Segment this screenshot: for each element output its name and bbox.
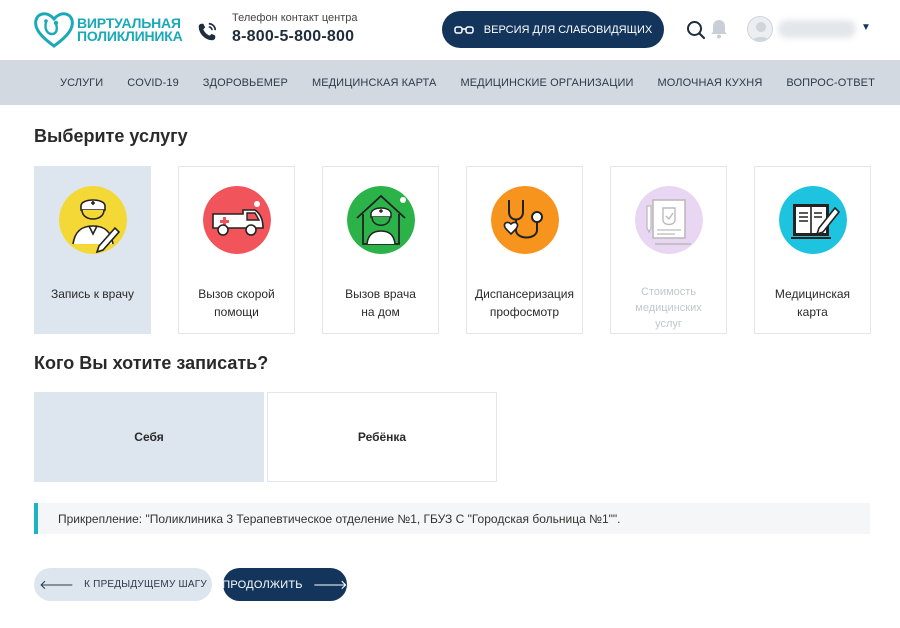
service-card-medical-record[interactable]: Медицинская карта [754, 166, 871, 334]
phone-caption: Телефон контакт центра [232, 12, 358, 24]
attachment-note: Прикрепление: "Поликлиника 3 Терапевтиче… [34, 503, 870, 534]
bell-icon[interactable] [710, 19, 728, 39]
nav-item-services[interactable]: УСЛУГИ [60, 77, 103, 89]
card-label-line1: Вызов скорой [198, 287, 275, 301]
card-label-line1: Вызов врача [345, 287, 416, 301]
header: ВИРТУАЛЬНАЯ ПОЛИКЛИНИКА Телефон контакт … [0, 0, 900, 60]
logo-heart-icon [34, 12, 74, 48]
doctor-writing-icon [59, 186, 127, 254]
option-child[interactable]: Ребёнка [267, 392, 497, 482]
nav-item-faq[interactable]: ВОПРОС-ОТВЕТ [786, 77, 875, 89]
continue-label: ПРОДОЛЖИТЬ [222, 578, 303, 591]
nav-item-covid[interactable]: COVID-19 [127, 77, 179, 89]
ambulance-icon [203, 186, 271, 254]
service-card-home-doctor[interactable]: Вызов врача на дом [322, 166, 439, 334]
phone-number[interactable]: 8-800-5-800-800 [232, 28, 358, 46]
attachment-text: Прикрепление: "Поликлиника 3 Терапевтиче… [58, 511, 621, 526]
logo-line2: ПОЛИКЛИНИКА [77, 28, 183, 44]
low-vision-label: ВЕРСИЯ ДЛЯ СЛАБОВИДЯЩИХ [483, 23, 653, 36]
option-child-label: Ребёнка [357, 430, 407, 444]
option-self-label: Себя [134, 430, 164, 444]
arrow-left-icon: 🡐 [39, 576, 75, 592]
card-label-line2: карта [797, 305, 828, 319]
service-section-title: Выберите услугу [34, 126, 188, 146]
option-self[interactable]: Себя [34, 392, 264, 482]
card-label-line1: Диспансеризация [475, 287, 574, 301]
home-doctor-icon [347, 186, 415, 254]
card-label-line2: профосмотр [489, 305, 560, 319]
card-label-line2: помощи [214, 305, 259, 319]
username-blurred [778, 20, 856, 38]
search-icon[interactable] [686, 20, 706, 40]
chevron-down-icon[interactable]: ▼ [861, 22, 871, 33]
glasses-icon [454, 25, 474, 34]
stethoscope-icon [491, 186, 559, 254]
card-label-line2: медицинских [635, 302, 702, 314]
card-label-line2: на дом [361, 305, 400, 319]
nav-item-medical-card[interactable]: МЕДИЦИНСКАЯ КАРТА [312, 77, 437, 89]
main-nav: УСЛУГИ COVID-19 ЗДОРОВЬЕМЕР МЕДИЦИНСКАЯ … [0, 60, 900, 105]
avatar[interactable] [747, 16, 773, 42]
card-label-line1: Запись к врачу [50, 287, 134, 301]
card-label-line1: Стоимость [640, 286, 697, 298]
previous-step-button[interactable]: 🡐 К ПРЕДЫДУЩЕМУ ШАГУ [34, 568, 212, 601]
service-card-price[interactable]: Стоимость медицинских услуг [610, 166, 727, 334]
medical-book-icon [779, 186, 847, 254]
nav-item-milk-kitchen[interactable]: МОЛОЧНАЯ КУХНЯ [657, 77, 762, 89]
price-document-icon [635, 186, 703, 254]
card-label-line1: Медицинская [774, 287, 851, 301]
previous-step-label: К ПРЕДЫДУЩЕМУ ШАГУ [84, 579, 207, 590]
whom-section-title: Кого Вы хотите записать? [34, 353, 269, 373]
contact-phone: Телефон контакт центра 8-800-5-800-800 [196, 12, 358, 46]
arrow-right-icon: 🡒 [312, 576, 348, 592]
user-silhouette-icon [751, 22, 771, 41]
nav-item-medical-orgs[interactable]: МЕДИЦИНСКИЕ ОРГАНИЗАЦИИ [460, 77, 633, 89]
low-vision-button[interactable]: ВЕРСИЯ ДЛЯ СЛАБОВИДЯЩИХ [442, 11, 664, 48]
service-card-dispensary[interactable]: Диспансеризация профосмотр [466, 166, 583, 334]
nav-item-health-meter[interactable]: ЗДОРОВЬЕМЕР [203, 77, 288, 89]
continue-button[interactable]: ПРОДОЛЖИТЬ 🡒 [222, 568, 348, 601]
card-label-line3: услуг [655, 318, 682, 330]
phone-icon [198, 22, 217, 41]
service-card-doctor-appointment[interactable]: Запись к врачу [34, 166, 151, 334]
service-card-ambulance[interactable]: Вызов скорой помощи [178, 166, 295, 334]
logo[interactable]: ВИРТУАЛЬНАЯ ПОЛИКЛИНИКА [32, 8, 183, 52]
